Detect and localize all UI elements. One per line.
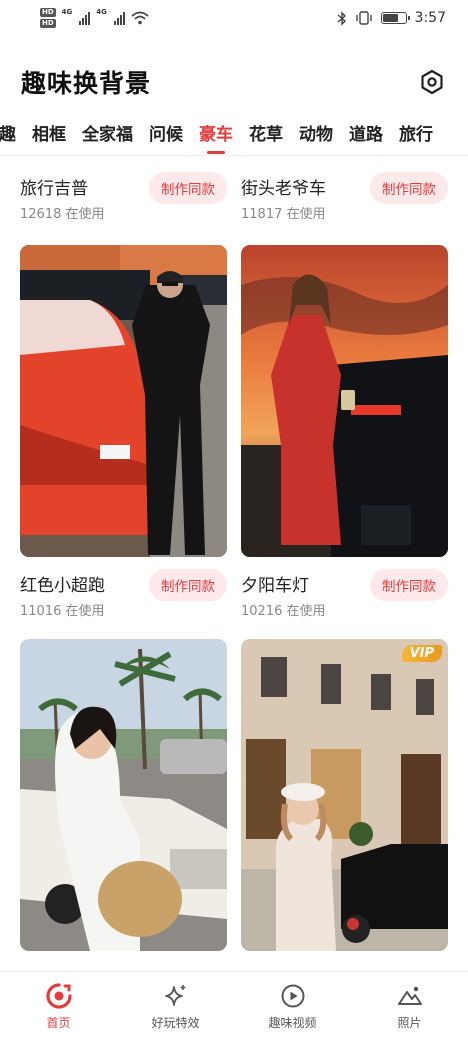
template-card[interactable]: 街头老爷车 11817 在使用 制作同款 xyxy=(241,160,448,222)
sparkle-icon xyxy=(164,985,185,1006)
status-right: 3:57 xyxy=(337,10,446,26)
clock: 3:57 xyxy=(414,10,446,26)
template-name: 夕阳车灯 xyxy=(241,576,309,596)
tab-category[interactable]: 相框 xyxy=(32,112,66,155)
make-same-button[interactable]: 制作同款 xyxy=(149,569,227,601)
app-header: 趣味换背景 xyxy=(0,58,468,106)
settings-button[interactable] xyxy=(418,68,446,96)
nav-photos[interactable]: 照片 xyxy=(351,982,468,1031)
building-black-car-image xyxy=(241,639,448,951)
hd-badge: HD xyxy=(40,19,56,28)
make-same-button[interactable]: 制作同款 xyxy=(370,569,448,601)
home-swirl-icon xyxy=(45,983,72,1009)
template-card[interactable]: 旅行吉普 12618 在使用 制作同款 xyxy=(20,160,227,222)
template-name: 红色小超跑 xyxy=(20,576,105,596)
signal-icon xyxy=(113,11,125,25)
nav-effects[interactable]: 好玩特效 xyxy=(117,982,234,1031)
template-card[interactable]: 红色小超跑 11016 在使用 制作同款 xyxy=(20,557,227,619)
usage-count: 12618 在使用 xyxy=(20,207,105,222)
template-name: 旅行吉普 xyxy=(20,179,88,199)
usage-count: 11817 在使用 xyxy=(241,207,326,222)
nav-label: 好玩特效 xyxy=(151,1016,200,1030)
category-tabs: 趣相框 全家福 问候 豪车 花草 动物 道路 旅行 xyxy=(0,112,468,156)
tab-category[interactable]: 动物 xyxy=(299,112,333,155)
gear-hexagon-icon xyxy=(421,69,443,95)
template-name: 街头老爷车 xyxy=(241,179,326,199)
hd-badge: HD xyxy=(40,8,56,17)
hd-badges: HD HD xyxy=(40,8,56,28)
bluetooth-icon xyxy=(337,10,346,26)
nav-label: 趣味视频 xyxy=(268,1016,317,1030)
template-thumbnail[interactable] xyxy=(20,245,227,557)
play-circle-icon xyxy=(281,984,304,1008)
tab-category[interactable]: 趣 xyxy=(0,112,16,155)
nav-label: 首页 xyxy=(46,1016,71,1030)
bottom-nav: 首页 好玩特效 趣味视频 照片 xyxy=(0,971,468,1039)
nav-home[interactable]: 首页 xyxy=(0,982,117,1031)
tab-category[interactable]: 道路 xyxy=(349,112,383,155)
network-type: 4G xyxy=(96,8,107,16)
wifi-icon xyxy=(131,11,149,25)
usage-count: 10216 在使用 xyxy=(241,604,326,619)
red-sports-car-image xyxy=(20,245,227,557)
status-bar: HD HD 4G 4G 3:57 xyxy=(0,0,468,36)
tab-category[interactable]: 问候 xyxy=(149,112,183,155)
tab-category[interactable]: 豪车 xyxy=(199,112,233,155)
template-thumbnail[interactable] xyxy=(241,245,448,557)
tab-category[interactable]: 全家福 xyxy=(82,112,133,155)
vibrate-icon xyxy=(355,11,372,25)
mountain-photo-icon xyxy=(397,986,422,1005)
palm-vintage-car-image xyxy=(20,639,227,951)
vip-badge: VIP xyxy=(401,645,442,662)
make-same-button[interactable]: 制作同款 xyxy=(370,172,448,204)
nav-label: 照片 xyxy=(397,1016,422,1030)
template-card[interactable]: 夕阳车灯 10216 在使用 制作同款 xyxy=(241,557,448,619)
network-type: 4G xyxy=(61,8,73,16)
nav-videos[interactable]: 趣味视频 xyxy=(234,982,351,1031)
usage-count: 11016 在使用 xyxy=(20,604,105,619)
sunset-car-light-image xyxy=(241,245,448,557)
battery-icon xyxy=(380,12,410,24)
tab-category[interactable]: 花草 xyxy=(249,112,283,155)
page-title: 趣味换背景 xyxy=(21,69,152,98)
template-thumbnail[interactable] xyxy=(20,639,227,951)
battery-level xyxy=(382,14,398,22)
make-same-button[interactable]: 制作同款 xyxy=(149,172,227,204)
template-thumbnail[interactable]: VIP xyxy=(241,639,448,951)
status-left: HD HD 4G 4G xyxy=(40,8,149,28)
signal-icon xyxy=(79,11,91,25)
tab-category[interactable]: 旅行 xyxy=(399,112,433,155)
